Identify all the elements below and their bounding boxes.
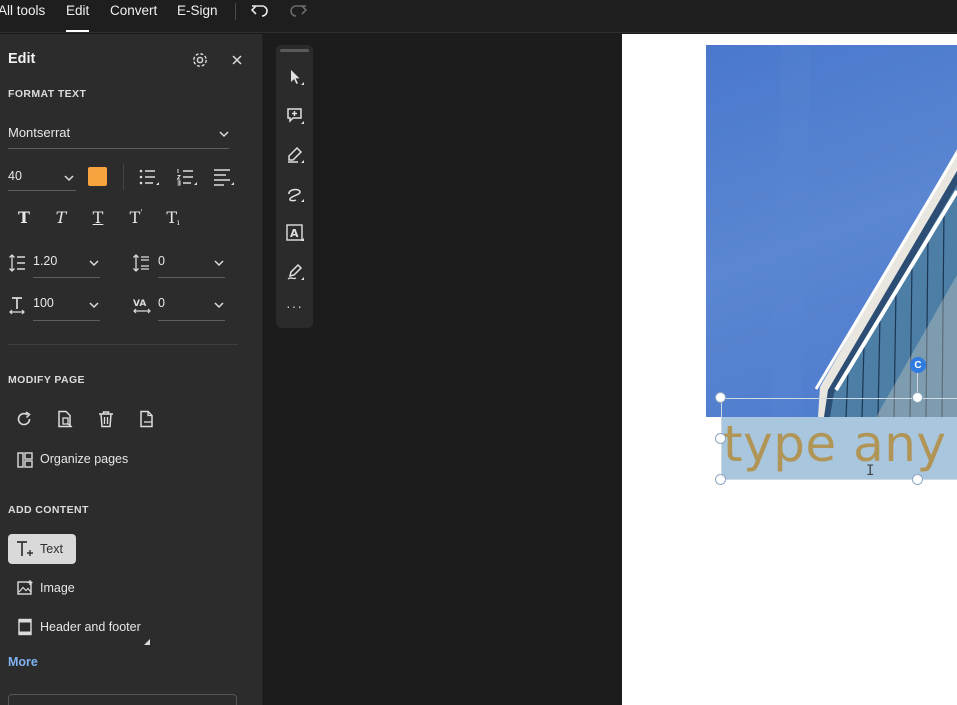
resize-handle[interactable]	[912, 392, 923, 403]
highlight-icon[interactable]	[282, 142, 308, 168]
superscript-icon[interactable]: T'	[126, 208, 146, 227]
rotate-handle-icon[interactable]: C	[910, 357, 926, 373]
sign-icon[interactable]	[282, 259, 308, 285]
add-text-icon	[15, 539, 35, 559]
font-family-value[interactable]: Montserrat	[8, 125, 70, 140]
paragraph-spacing-icon	[132, 253, 150, 273]
add-comment-icon[interactable]	[282, 103, 308, 129]
resize-handle[interactable]	[715, 474, 726, 485]
character-spacing-icon: VA	[132, 295, 152, 315]
draw-icon[interactable]	[282, 181, 308, 207]
resize-handle[interactable]	[715, 392, 726, 403]
svg-text:VA: VA	[133, 299, 146, 309]
chevron-down-icon[interactable]	[88, 256, 100, 268]
top-menu-bar: All tools Edit Convert E-Sign	[0, 0, 957, 33]
svg-text:A: A	[290, 227, 299, 240]
bulleted-list-icon[interactable]	[137, 166, 161, 188]
text-recognition-icon[interactable]: A	[282, 220, 308, 246]
submenu-indicator	[144, 632, 150, 645]
font-size-underline	[8, 190, 76, 191]
header-footer-icon[interactable]	[15, 617, 35, 637]
menu-separator	[235, 3, 236, 20]
undo-icon[interactable]	[249, 1, 271, 21]
text-cursor-icon: I	[866, 463, 875, 479]
horizontal-scale-value[interactable]: 100	[33, 296, 54, 310]
section-divider	[8, 344, 238, 345]
paragraph-spacing-underline	[158, 277, 225, 278]
chevron-down-icon[interactable]	[63, 171, 75, 183]
text-color-swatch[interactable]	[88, 167, 107, 186]
delete-icon[interactable]	[96, 409, 116, 429]
horizontal-scale-icon	[8, 295, 26, 315]
bold-icon[interactable]: T	[14, 208, 34, 227]
subscript-icon[interactable]: Tı	[163, 208, 183, 227]
redo-icon[interactable]	[287, 1, 309, 21]
horizontal-scale-underline	[33, 320, 100, 321]
organize-pages-label[interactable]: Organize pages	[40, 452, 128, 466]
document-canvas	[264, 34, 622, 705]
numbered-list-icon[interactable]	[175, 166, 199, 188]
font-size-value[interactable]: 40	[8, 169, 22, 183]
menu-edit[interactable]: Edit	[66, 0, 90, 33]
chevron-down-icon[interactable]	[213, 256, 225, 268]
close-icon[interactable]	[228, 51, 246, 69]
menu-e-sign[interactable]: E-Sign	[177, 0, 218, 33]
add-image-icon[interactable]	[15, 578, 35, 598]
typed-text[interactable]: type any	[723, 415, 947, 473]
modify-page-heading: MODIFY PAGE	[8, 374, 85, 386]
quick-tools-toolbar: A ···	[276, 45, 313, 328]
format-divider	[123, 164, 124, 190]
edit-panel: Edit FORMAT TEXT Montserrat 40 T T T T' …	[0, 34, 263, 705]
chevron-down-icon[interactable]	[213, 298, 225, 310]
select-icon[interactable]	[282, 64, 308, 90]
font-family-underline	[8, 148, 229, 149]
italic-icon[interactable]: T	[51, 208, 71, 227]
paragraph-spacing-value[interactable]: 0	[158, 254, 165, 268]
character-spacing-value[interactable]: 0	[158, 296, 165, 310]
line-spacing-icon	[8, 253, 26, 273]
add-image-label[interactable]: Image	[40, 581, 75, 595]
panel-title: Edit	[8, 51, 36, 67]
resize-handle[interactable]	[715, 433, 726, 444]
extract-page-icon[interactable]	[55, 409, 75, 429]
line-spacing-value[interactable]: 1.20	[33, 254, 57, 268]
add-text-button[interactable]: Text	[8, 534, 76, 564]
more-icon[interactable]: ···	[276, 298, 313, 314]
insert-page-icon[interactable]	[137, 409, 157, 429]
chevron-down-icon[interactable]	[218, 127, 230, 139]
resize-handle[interactable]	[912, 474, 923, 485]
align-icon[interactable]	[212, 166, 236, 188]
chevron-down-icon[interactable]	[88, 298, 100, 310]
menu-convert[interactable]: Convert	[110, 0, 157, 33]
rotate-icon[interactable]	[14, 409, 34, 429]
underline-icon[interactable]: T	[88, 208, 108, 227]
gear-icon[interactable]	[190, 50, 210, 70]
character-spacing-underline	[158, 320, 225, 321]
add-text-label: Text	[40, 542, 63, 556]
header-footer-label[interactable]: Header and footer	[40, 620, 141, 634]
format-text-heading: FORMAT TEXT	[8, 88, 87, 100]
toolbar-grip[interactable]	[280, 49, 309, 52]
menu-all-tools[interactable]: All tools	[0, 0, 45, 33]
line-spacing-underline	[33, 277, 100, 278]
add-content-heading: ADD CONTENT	[8, 504, 89, 516]
organize-pages-icon[interactable]	[15, 450, 35, 470]
panel-bottom-field[interactable]	[8, 694, 237, 705]
more-link[interactable]: More	[8, 655, 38, 669]
